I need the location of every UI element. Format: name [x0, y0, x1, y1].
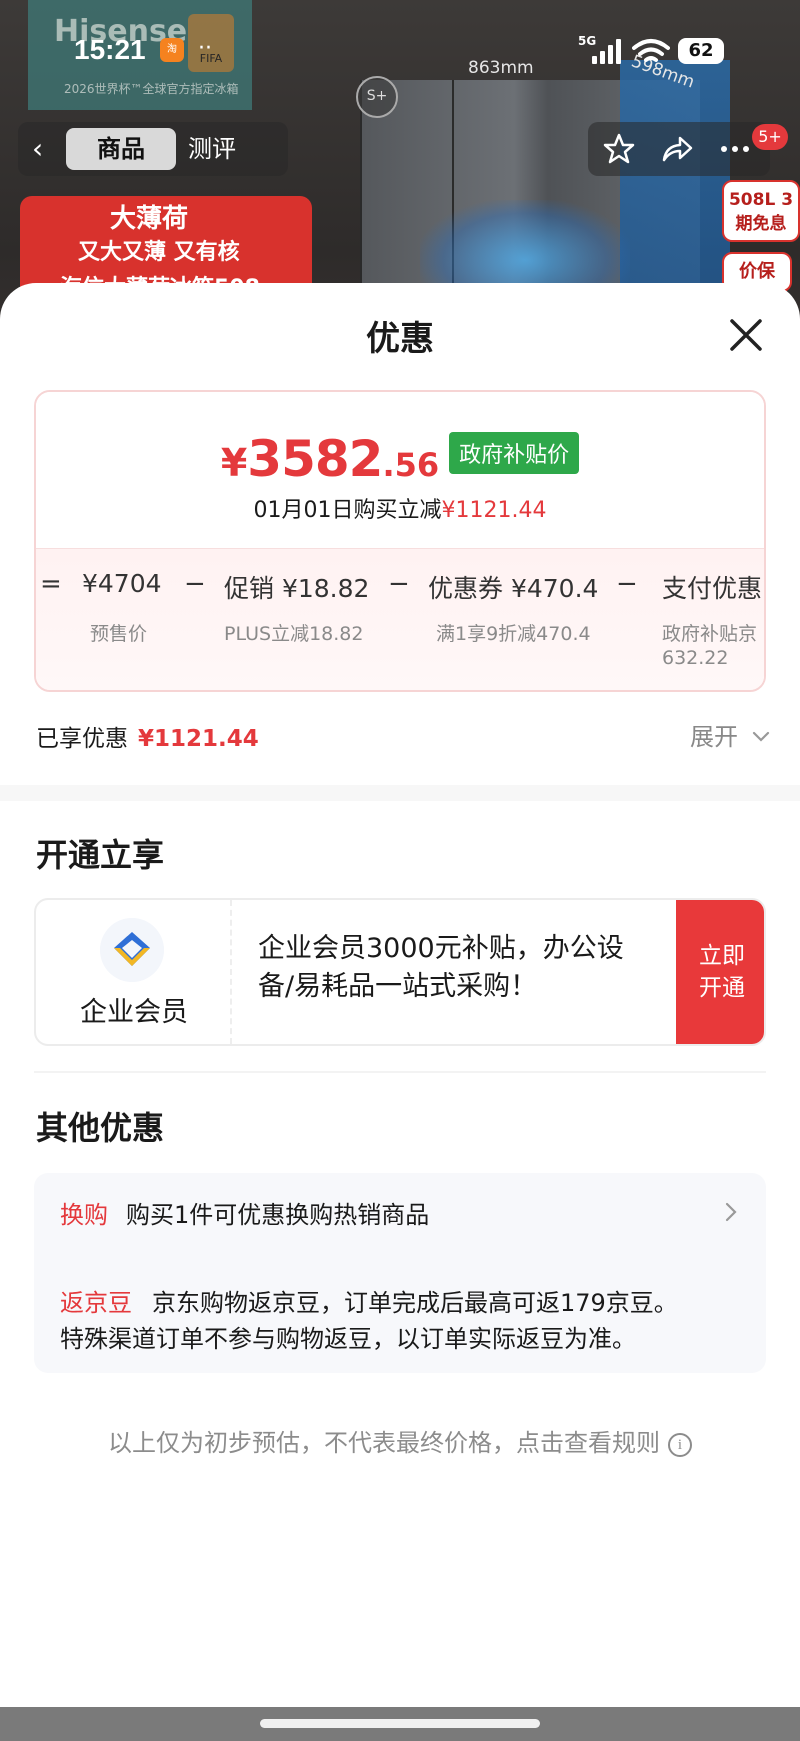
- chevron-right-icon: [725, 1202, 737, 1222]
- chevron-down-icon: [752, 731, 769, 742]
- jingdou-text: 京东购物返京豆，订单完成后最高可返179京豆。: [152, 1289, 678, 1317]
- trade-in-text: 购买1件可优惠换购热销商品: [126, 1201, 430, 1229]
- price-reduction-note: 01月01日购买立减¥1121.44: [36, 492, 764, 524]
- breakdown-payment-value: 支付优惠: [662, 574, 763, 603]
- expand-label: 展开: [690, 723, 738, 751]
- discount-sheet: 优惠 ¥3582.56 政府补贴价 01月01日购买立减¥1121.44 = ¥4…: [0, 283, 800, 1707]
- expand-button[interactable]: 展开: [690, 717, 770, 752]
- nav-left-group: ‹ 商品 测评: [18, 122, 288, 176]
- reduction-prefix: 01月01日购买立减: [253, 498, 442, 523]
- breakdown-presale-value: ¥4704: [82, 569, 162, 598]
- breakdown-minus-1: −: [184, 569, 206, 599]
- promo-brand: 大薄荷: [110, 204, 189, 234]
- status-bar: 15:21 淘 ·· 5G 62: [0, 0, 800, 100]
- sheet-title: 优惠: [366, 319, 434, 359]
- breakdown-minus-2: −: [388, 569, 410, 599]
- tab-review[interactable]: 测评: [188, 128, 236, 170]
- disclaimer-link[interactable]: 以上仅为初步预估，不代表最终价格，点击查看规则 i: [0, 1423, 800, 1458]
- tab-product[interactable]: 商品: [66, 128, 176, 170]
- breakdown-coupon-label: 满1享9折减470.4: [436, 623, 591, 645]
- reduction-amount: ¥1121.44: [441, 498, 547, 523]
- price-breakdown[interactable]: = ¥4704 预售价 − 促销 ¥18.82 PLUS立减18.82 − 优惠…: [36, 548, 764, 690]
- jingdou-tag: 返京豆: [60, 1289, 132, 1317]
- back-icon[interactable]: ‹: [32, 132, 43, 165]
- enjoyed-amount: ¥1121.44: [138, 726, 259, 752]
- breakdown-coupon-value: 优惠券 ¥470.4: [428, 574, 599, 603]
- open-member-button[interactable]: 立即开通: [676, 900, 764, 1044]
- info-icon: i: [668, 1433, 692, 1457]
- member-badge: 企业会员: [36, 900, 232, 1044]
- enjoyed-label: 已享优惠: [36, 726, 128, 752]
- open-member-label: 立即开通: [699, 943, 745, 1001]
- section-divider: [0, 785, 800, 801]
- enterprise-diamond-icon: [100, 918, 164, 982]
- final-price: ¥3582.56 政府补贴价: [36, 430, 764, 488]
- breakdown-payment-label: 政府补贴京: [662, 623, 758, 645]
- disclaimer-text: 以上仅为初步预估，不代表最终价格，点击查看规则: [108, 1429, 660, 1457]
- price-decimal: .56: [382, 446, 440, 484]
- promo-slogan: 又大又薄 又有核: [78, 240, 240, 265]
- enterprise-member-card[interactable]: 企业会员 企业会员3000元补贴，办公设备/易耗品一站式采购！ 立即开通: [34, 898, 766, 1046]
- close-icon[interactable]: [724, 313, 768, 357]
- capacity-badge: 508L 3期免息: [722, 180, 800, 242]
- taobao-icon: 淘: [160, 38, 184, 62]
- enjoyed-discount: 已享优惠 ¥1121.44: [36, 719, 259, 753]
- status-icons: 5G 62: [578, 30, 728, 70]
- battery-icon: 62: [678, 38, 724, 64]
- other-discounts-card: 换购 购买1件可优惠换购热销商品 返京豆 京东购物返京豆，订单完成后最高可返17…: [34, 1173, 766, 1373]
- gov-subsidy-badge: 政府补贴价: [449, 432, 580, 474]
- home-indicator-area: [0, 1707, 800, 1741]
- breakdown-promo-value: 促销 ¥18.82: [224, 574, 370, 603]
- message-count-badge: 5+: [752, 124, 788, 150]
- price-summary: ¥3582.56 政府补贴价 01月01日购买立减¥1121.44: [36, 392, 764, 548]
- breakdown-presale-label: 预售价: [90, 623, 148, 645]
- wifi-icon: [632, 39, 670, 62]
- open-section-title: 开通立享: [36, 836, 165, 874]
- more-status-icon: ··: [198, 36, 212, 61]
- price-integer: 3582: [247, 430, 383, 488]
- signal-icon: [592, 38, 621, 64]
- breakdown-payment-amount: 632.22: [662, 647, 729, 669]
- member-name: 企业会员: [80, 997, 188, 1028]
- trade-in-tag: 换购: [60, 1201, 108, 1229]
- star-icon[interactable]: [602, 132, 636, 166]
- breakdown-minus-3: −: [616, 569, 638, 599]
- member-description: 企业会员3000元补贴，办公设备/易耗品一站式采购！: [258, 933, 624, 1002]
- more-icon[interactable]: [718, 132, 752, 166]
- jingdou-note: 特殊渠道订单不参与购物返豆，以订单实际返豆为准。: [60, 1325, 636, 1353]
- product-nav: ‹ 商品 测评: [0, 118, 800, 182]
- thin-divider: [34, 1071, 766, 1073]
- share-icon[interactable]: [660, 132, 694, 166]
- price-card: ¥3582.56 政府补贴价 01月01日购买立减¥1121.44 = ¥4704…: [34, 390, 766, 692]
- status-time: 15:21: [74, 34, 146, 65]
- price-currency: ¥: [220, 441, 248, 485]
- home-indicator[interactable]: [260, 1719, 540, 1728]
- nav-right-group: [588, 122, 770, 176]
- breakdown-equals: =: [40, 569, 62, 599]
- breakdown-promo-label: PLUS立减18.82: [224, 623, 364, 645]
- other-section-title: 其他优惠: [36, 1109, 165, 1147]
